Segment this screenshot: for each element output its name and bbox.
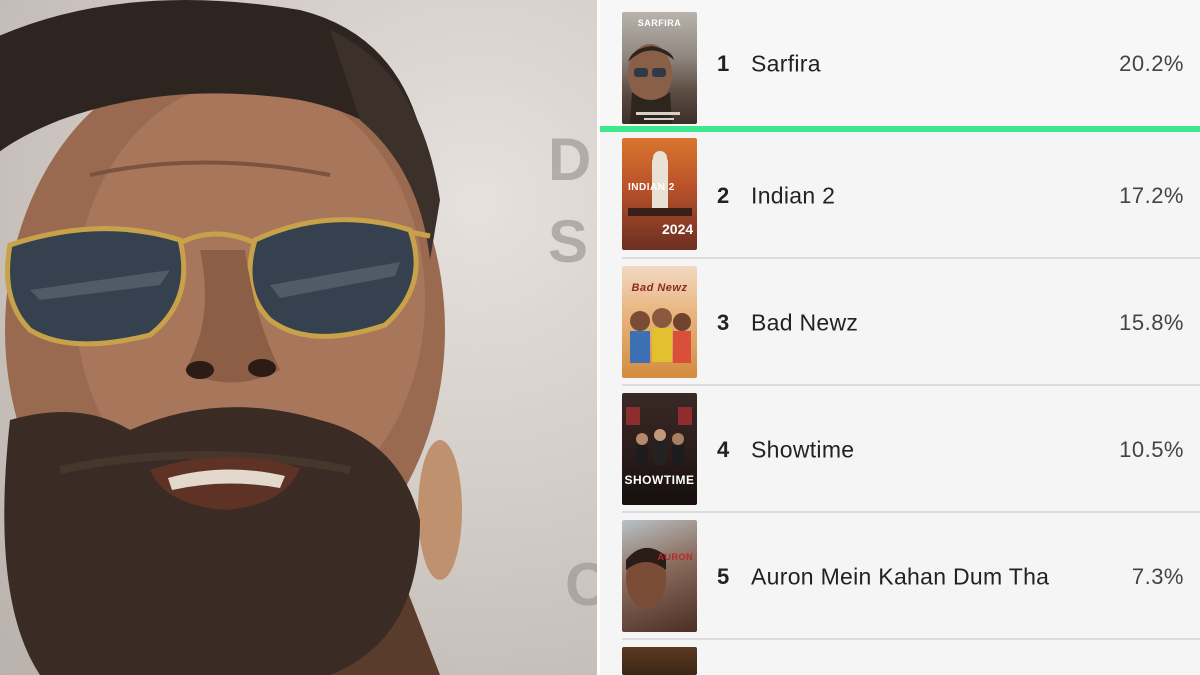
hero-illustration: D S C — [0, 0, 597, 675]
poster-title: SHOWTIME — [624, 473, 695, 487]
ranking-list: SARFIRA 1 Sarfira 20.2% 2024 INDIAN 2 2 … — [600, 0, 1200, 675]
vote-percentage: 20.2% — [1119, 50, 1184, 76]
movie-title: Auron Mein Kahan Dum Tha — [751, 563, 1050, 589]
svg-text:S: S — [548, 208, 588, 275]
list-item[interactable]: SHOWTIME 4 Showtime 10.5% — [600, 386, 1200, 513]
vote-percentage: 17.2% — [1119, 182, 1184, 208]
list-item[interactable]: Bad Newz 3 Bad Newz 15.8% — [600, 259, 1200, 386]
poster-thumbnail: SHOWTIME — [622, 393, 697, 505]
rank-number: 1 — [717, 50, 730, 76]
poster-thumbnail: AURON — [622, 520, 697, 632]
rank-number: 5 — [717, 563, 730, 589]
highlight-border-bottom — [600, 126, 1200, 132]
movie-title: Sarfira — [751, 50, 821, 76]
svg-text:2024: 2024 — [662, 221, 693, 237]
poster-art — [626, 547, 666, 608]
vote-percentage: 15.8% — [1119, 309, 1184, 335]
list-item[interactable] — [600, 640, 1200, 675]
poster-thumbnail: SARFIRA — [622, 12, 697, 124]
hero-image: D S C — [0, 0, 597, 675]
vote-percentage: 10.5% — [1119, 436, 1184, 462]
list-item[interactable]: SARFIRA 1 Sarfira 20.2% — [600, 0, 1200, 127]
rank-number: 3 — [717, 309, 730, 335]
poster-thumbnail: Bad Newz — [622, 266, 697, 378]
vote-percentage: 7.3% — [1131, 563, 1184, 589]
movie-title: Bad Newz — [751, 309, 859, 335]
poster-art — [626, 407, 692, 465]
movie-title: Indian 2 — [751, 182, 836, 208]
movie-title: Showtime — [751, 436, 855, 462]
poster-art — [628, 44, 680, 124]
poster-title: AURON — [657, 552, 693, 562]
rank-number: 4 — [717, 436, 730, 462]
poster-title: INDIAN 2 — [628, 182, 675, 193]
poster-title: Bad Newz — [631, 282, 688, 294]
poster-title: SARFIRA — [637, 18, 682, 28]
list-item[interactable]: 2024 INDIAN 2 2 Indian 2 17.2% — [600, 132, 1200, 259]
poster-thumbnail — [622, 647, 697, 675]
svg-text:C: C — [565, 551, 597, 618]
svg-text:D: D — [548, 126, 591, 193]
list-item[interactable]: AURON 5 Auron Mein Kahan Dum Tha 7.3% — [600, 513, 1200, 640]
poster-art: 2024 — [628, 151, 693, 237]
rank-number: 2 — [717, 182, 730, 208]
poster-thumbnail: 2024 INDIAN 2 — [622, 138, 697, 250]
